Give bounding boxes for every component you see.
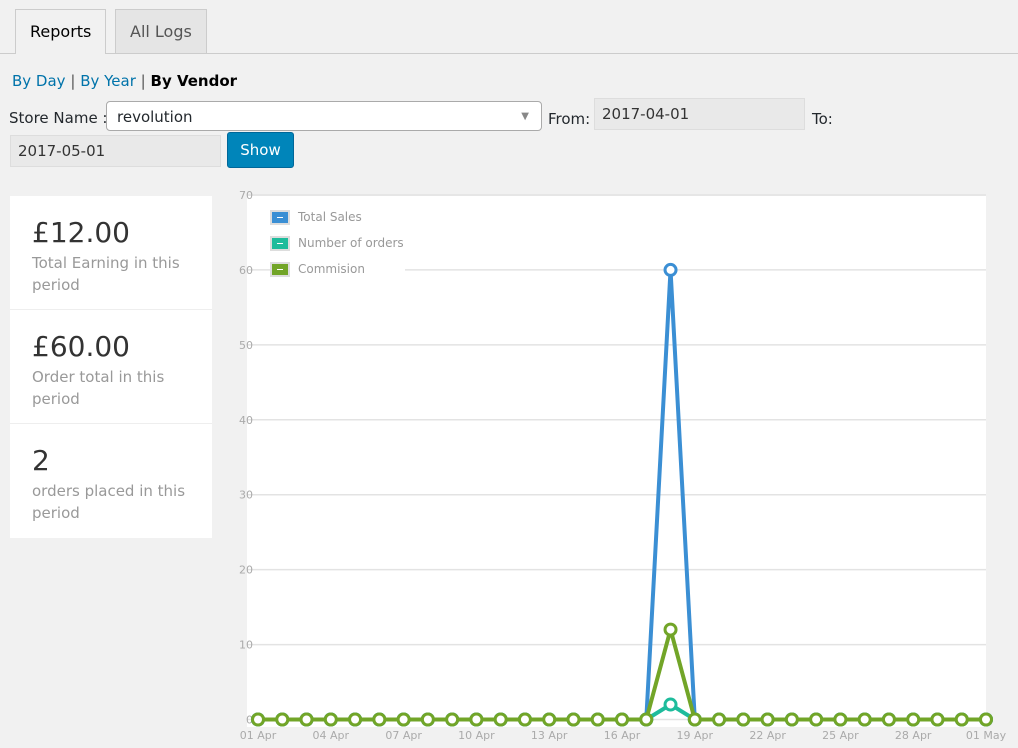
y-tick-label: 40 [239, 414, 253, 427]
data-point[interactable] [323, 712, 338, 727]
data-point[interactable] [979, 712, 993, 727]
legend-swatch [270, 262, 290, 277]
data-point[interactable] [566, 712, 581, 727]
data-point[interactable] [469, 712, 484, 727]
data-point[interactable] [784, 712, 799, 727]
legend-item-total-sales[interactable]: Total Sales [270, 210, 402, 225]
legend-item-number-of-orders[interactable]: Number of orders [270, 236, 444, 251]
x-tick-label: 01 Apr [240, 729, 277, 742]
data-point[interactable] [833, 712, 848, 727]
legend-swatch [270, 210, 290, 225]
x-tick-label: 28 Apr [895, 729, 932, 742]
y-tick-label: 70 [239, 189, 253, 202]
data-point[interactable] [906, 712, 921, 727]
data-point[interactable] [299, 712, 314, 727]
sales-chart: 01020304050607001 Apr 04 Apr 07 Apr 10 Apr 1… [239, 189, 1007, 742]
data-point[interactable] [954, 712, 969, 727]
data-point[interactable] [542, 712, 557, 727]
x-tick-label: 01 May [966, 729, 1007, 742]
data-point[interactable] [348, 712, 363, 727]
y-tick-label: 10 [239, 639, 253, 652]
x-tick-label: 22 Apr [749, 729, 786, 742]
data-point[interactable] [590, 712, 605, 727]
legend-label: Number of orders [298, 236, 404, 250]
data-point[interactable] [615, 712, 629, 727]
data-point[interactable] [372, 712, 387, 727]
legend-item-commision[interactable]: Commision [270, 262, 405, 277]
data-point[interactable] [251, 712, 265, 727]
legend-label: Commision [298, 262, 365, 276]
x-tick-label: 07 Apr [385, 729, 422, 742]
y-tick-label: 30 [239, 489, 253, 502]
data-point[interactable] [663, 262, 678, 277]
data-point[interactable] [396, 712, 411, 727]
x-tick-label: 25 Apr [822, 729, 859, 742]
data-point[interactable] [493, 712, 508, 727]
data-point[interactable] [881, 712, 896, 727]
data-point[interactable] [663, 697, 678, 712]
y-tick-label: 20 [239, 564, 253, 577]
data-point[interactable] [930, 712, 945, 727]
y-tick-label: 50 [239, 339, 253, 352]
x-tick-label: 04 Apr [313, 729, 350, 742]
data-point[interactable] [687, 712, 702, 727]
x-tick-label: 16 Apr [604, 729, 641, 742]
x-tick-label: 13 Apr [531, 729, 568, 742]
legend-swatch [270, 236, 290, 251]
data-point[interactable] [639, 712, 654, 727]
data-point[interactable] [857, 712, 872, 727]
y-tick-label: 60 [239, 264, 253, 277]
x-tick-label: 10 Apr [458, 729, 495, 742]
data-point[interactable] [663, 622, 678, 637]
data-point[interactable] [275, 712, 290, 727]
data-point[interactable] [445, 712, 460, 727]
data-point[interactable] [420, 712, 435, 727]
data-point[interactable] [712, 712, 727, 727]
legend-label: Total Sales [298, 210, 362, 224]
data-point[interactable] [809, 712, 824, 727]
x-tick-label: 19 Apr [677, 729, 714, 742]
data-point[interactable] [517, 712, 532, 727]
data-point[interactable] [736, 712, 751, 727]
data-point[interactable] [760, 712, 775, 727]
